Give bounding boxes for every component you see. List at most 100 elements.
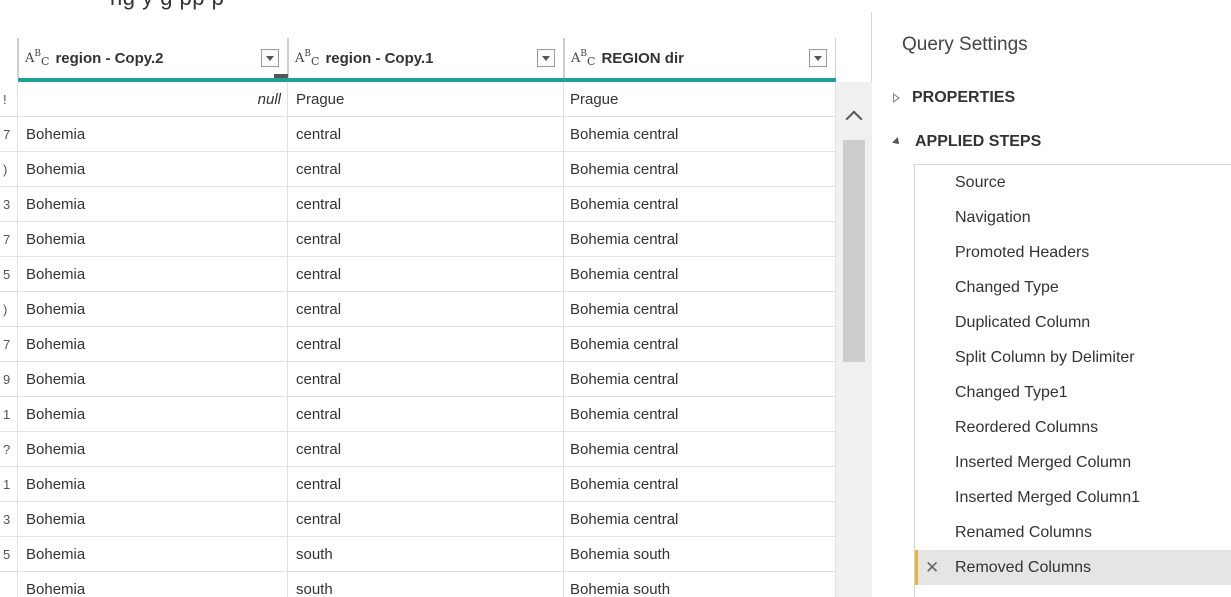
applied-step-item[interactable]: Duplicated Column: [915, 305, 1231, 340]
delete-step-icon[interactable]: ✕: [925, 550, 939, 585]
table-row[interactable]: 7 Bohemia central Bohemia central: [0, 327, 836, 362]
table-cell[interactable]: central: [288, 117, 564, 152]
table-cell[interactable]: central: [288, 467, 564, 502]
applied-step-item[interactable]: Inserted Merged Column1: [915, 480, 1231, 515]
vertical-scrollbar[interactable]: [836, 82, 872, 597]
table-cell[interactable]: south: [288, 537, 564, 572]
table-cell[interactable]: central: [288, 502, 564, 537]
table-cell[interactable]: Bohemia: [18, 187, 288, 222]
table-cell[interactable]: Bohemia: [18, 572, 288, 597]
table-cell[interactable]: Bohemia: [18, 257, 288, 292]
table-cell[interactable]: Prague: [564, 82, 836, 117]
applied-step-item[interactable]: Promoted Headers: [915, 235, 1231, 270]
table-cell[interactable]: central: [288, 292, 564, 327]
row-index: 7: [0, 117, 18, 152]
table-cell[interactable]: Bohemia central: [564, 502, 836, 537]
column-header-region-dir[interactable]: ABC REGION dir: [564, 38, 836, 78]
table-cell[interactable]: central: [288, 187, 564, 222]
properties-section-header[interactable]: PROPERTIES: [893, 89, 1015, 107]
table-cell[interactable]: Bohemia: [18, 467, 288, 502]
table-cell[interactable]: Bohemia: [18, 537, 288, 572]
table-cell[interactable]: central: [288, 397, 564, 432]
table-cell[interactable]: Bohemia: [18, 502, 288, 537]
column-header-region-copy-2[interactable]: ABC region - Copy.2: [18, 38, 288, 78]
column-filter-dropdown-button[interactable]: [261, 49, 279, 67]
applied-step-item-selected[interactable]: ✕ Removed Columns: [915, 550, 1231, 585]
row-index: 5: [0, 537, 18, 572]
table-row[interactable]: 3 Bohemia central Bohemia central: [0, 502, 836, 537]
applied-step-item[interactable]: Split Column by Delimiter: [915, 340, 1231, 375]
row-index: ): [0, 152, 18, 187]
table-row[interactable]: 1 Bohemia central Bohemia central: [0, 397, 836, 432]
table-cell[interactable]: Bohemia central: [564, 362, 836, 397]
row-index: 1: [0, 467, 18, 502]
table-row[interactable]: 5 Bohemia south Bohemia south: [0, 537, 836, 572]
table-cell[interactable]: Bohemia: [18, 152, 288, 187]
table-row[interactable]: ) Bohemia central Bohemia central: [0, 152, 836, 187]
applied-step-item[interactable]: Source: [915, 165, 1231, 200]
applied-step-item[interactable]: Changed Type: [915, 270, 1231, 305]
scroll-up-arrow-icon[interactable]: [844, 106, 864, 126]
applied-step-item[interactable]: Inserted Merged Column: [915, 445, 1231, 480]
row-index: 1: [0, 397, 18, 432]
table-cell[interactable]: Bohemia central: [564, 152, 836, 187]
table-row[interactable]: ? Bohemia central Bohemia central: [0, 432, 836, 467]
table-row[interactable]: Bohemia south Bohemia south: [0, 572, 836, 597]
table-row[interactable]: ! null Prague Prague: [0, 82, 836, 117]
table-cell[interactable]: Bohemia: [18, 327, 288, 362]
row-index: 9: [0, 362, 18, 397]
row-index: 7: [0, 327, 18, 362]
row-index: ): [0, 292, 18, 327]
table-cell[interactable]: Bohemia central: [564, 432, 836, 467]
table-cell[interactable]: Bohemia: [18, 222, 288, 257]
text-type-icon[interactable]: ABC: [571, 49, 595, 68]
applied-steps-list: Source Navigation Promoted Headers Chang…: [914, 164, 1231, 597]
table-cell[interactable]: Prague: [288, 82, 564, 117]
row-index: 7: [0, 222, 18, 257]
table-cell[interactable]: Bohemia south: [564, 537, 836, 572]
table-cell[interactable]: Bohemia central: [564, 467, 836, 502]
table-cell[interactable]: central: [288, 152, 564, 187]
table-cell[interactable]: Bohemia: [18, 397, 288, 432]
table-cell[interactable]: Bohemia south: [564, 572, 836, 597]
table-cell[interactable]: Bohemia: [18, 432, 288, 467]
table-cell[interactable]: Bohemia: [18, 362, 288, 397]
text-type-icon[interactable]: ABC: [25, 49, 49, 68]
table-cell[interactable]: Bohemia central: [564, 327, 836, 362]
table-cell[interactable]: south: [288, 572, 564, 597]
table-cell[interactable]: Bohemia central: [564, 187, 836, 222]
table-cell[interactable]: central: [288, 257, 564, 292]
table-cell[interactable]: central: [288, 222, 564, 257]
table-cell[interactable]: Bohemia: [18, 292, 288, 327]
text-type-icon[interactable]: ABC: [295, 49, 319, 68]
table-cell[interactable]: Bohemia central: [564, 397, 836, 432]
table-row[interactable]: 7 Bohemia central Bohemia central: [0, 222, 836, 257]
table-row[interactable]: 9 Bohemia central Bohemia central: [0, 362, 836, 397]
applied-step-item[interactable]: Reordered Columns: [915, 410, 1231, 445]
table-cell[interactable]: Bohemia central: [564, 257, 836, 292]
table-cell[interactable]: Bohemia central: [564, 292, 836, 327]
table-cell[interactable]: central: [288, 362, 564, 397]
table-cell[interactable]: Bohemia: [18, 117, 288, 152]
table-row[interactable]: 3 Bohemia central Bohemia central: [0, 187, 836, 222]
applied-step-item[interactable]: Changed Type1: [915, 375, 1231, 410]
applied-step-item[interactable]: Renamed Columns: [915, 515, 1231, 550]
column-header-region-copy-1[interactable]: ABC region - Copy.1: [288, 38, 564, 78]
row-index: !: [0, 82, 18, 117]
scrollbar-thumb[interactable]: [843, 140, 865, 362]
expand-triangle-icon: [893, 93, 900, 103]
table-cell[interactable]: Bohemia central: [564, 222, 836, 257]
applied-steps-section-header[interactable]: APPLIED STEPS: [892, 133, 1041, 151]
table-row[interactable]: ) Bohemia central Bohemia central: [0, 292, 836, 327]
table-row[interactable]: 7 Bohemia central Bohemia central: [0, 117, 836, 152]
row-index: ?: [0, 432, 18, 467]
table-cell[interactable]: central: [288, 327, 564, 362]
table-cell[interactable]: central: [288, 432, 564, 467]
applied-step-item[interactable]: Navigation: [915, 200, 1231, 235]
table-cell[interactable]: Bohemia central: [564, 117, 836, 152]
column-filter-dropdown-button[interactable]: [537, 49, 555, 67]
table-row[interactable]: 1 Bohemia central Bohemia central: [0, 467, 836, 502]
column-filter-dropdown-button[interactable]: [809, 49, 827, 67]
table-row[interactable]: 5 Bohemia central Bohemia central: [0, 257, 836, 292]
table-cell[interactable]: null: [18, 82, 288, 117]
